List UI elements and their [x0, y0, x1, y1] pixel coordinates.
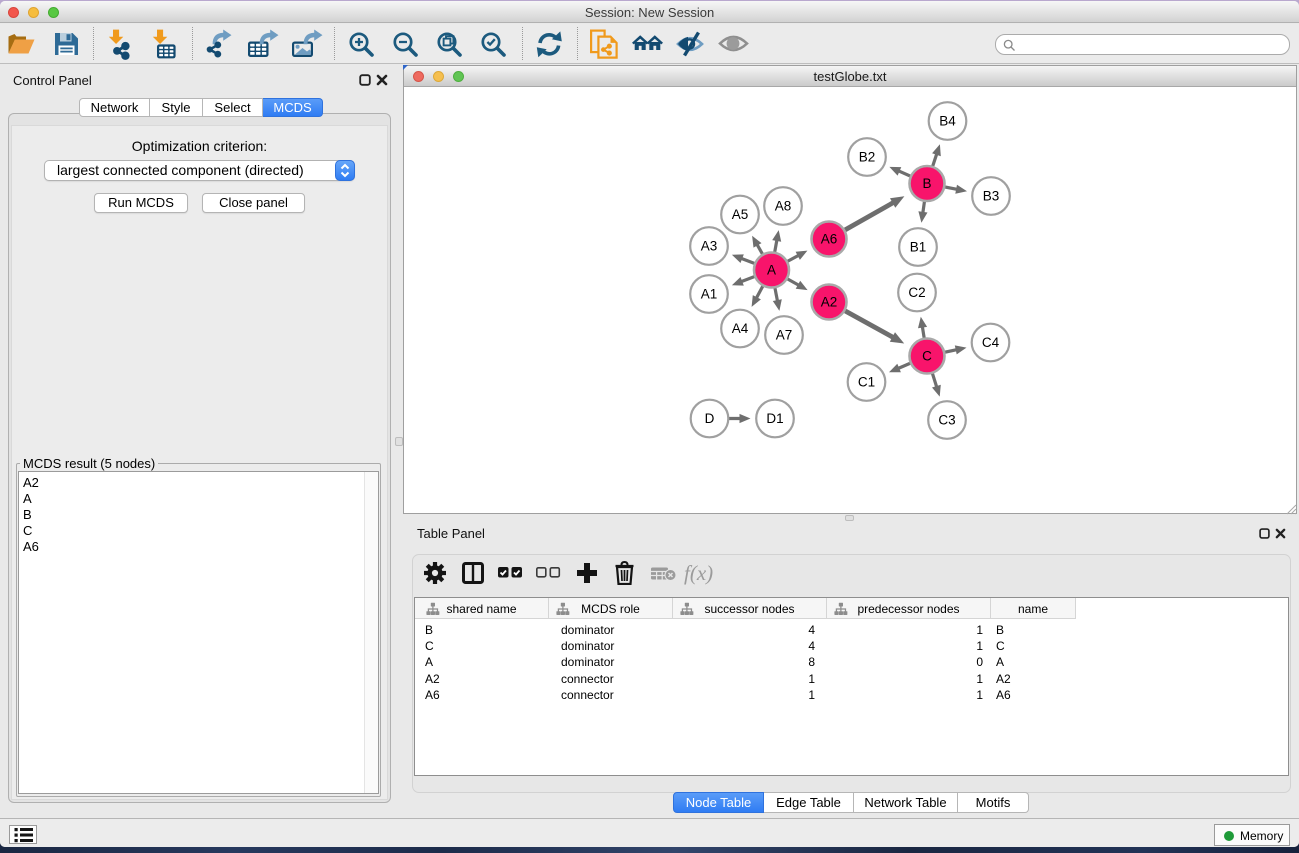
- svg-text:A8: A8: [775, 199, 792, 214]
- svg-text:C3: C3: [938, 413, 955, 428]
- svg-text:C4: C4: [982, 335, 1000, 350]
- svg-text:A1: A1: [701, 287, 718, 302]
- svg-text:B2: B2: [859, 150, 876, 165]
- svg-text:B4: B4: [939, 114, 956, 129]
- svg-text:A7: A7: [776, 328, 793, 343]
- svg-text:C: C: [922, 349, 932, 364]
- svg-text:A2: A2: [821, 295, 838, 310]
- svg-text:D1: D1: [766, 411, 783, 426]
- svg-text:C1: C1: [858, 375, 875, 390]
- svg-text:A5: A5: [732, 207, 749, 222]
- svg-text:D: D: [705, 411, 715, 426]
- svg-text:A: A: [767, 263, 776, 278]
- svg-text:B3: B3: [983, 189, 1000, 204]
- svg-text:A3: A3: [701, 239, 718, 254]
- svg-text:B1: B1: [910, 240, 927, 255]
- svg-text:C2: C2: [908, 285, 925, 300]
- svg-text:B: B: [922, 176, 931, 191]
- svg-text:A6: A6: [821, 232, 838, 247]
- svg-text:A4: A4: [732, 321, 749, 336]
